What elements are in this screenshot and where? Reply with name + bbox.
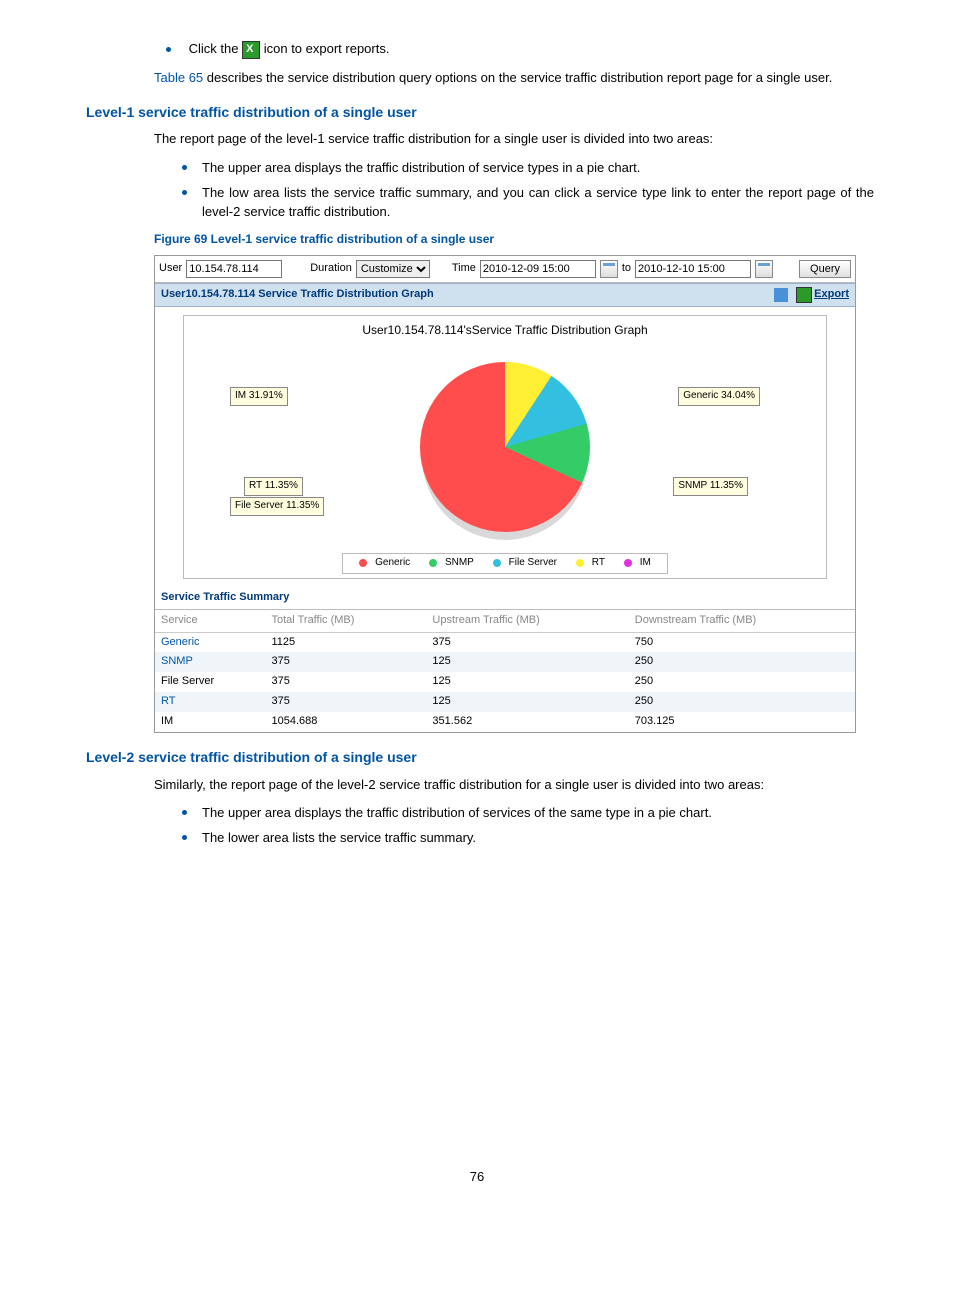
callout-rt: RT 11.35% (244, 477, 303, 496)
text: icon to export reports. (264, 41, 390, 56)
export-link[interactable]: Export (796, 287, 849, 303)
table-row: SNMP375125250 (155, 652, 855, 672)
filter-toolbar: User Duration Customize Time to Query (155, 256, 855, 283)
chart-title: User10.154.78.114'sService Traffic Distr… (190, 322, 820, 339)
callout-fs: File Server 11.35% (230, 497, 324, 516)
text: Click the (189, 41, 239, 56)
body-text: The report page of the level-1 service t… (154, 130, 874, 149)
duration-label: Duration (310, 261, 352, 277)
calendar-icon[interactable] (755, 260, 773, 278)
to-label: to (622, 261, 631, 277)
list-item: The upper area displays the traffic dist… (182, 159, 874, 178)
user-label: User (159, 261, 182, 277)
query-button[interactable]: Query (799, 260, 851, 278)
heading-level1: Level-1 service traffic distribution of … (86, 102, 874, 122)
col-total: Total Traffic (MB) (266, 610, 427, 632)
chart-header-bar: User10.154.78.114 Service Traffic Distri… (155, 283, 855, 307)
callout-snmp: SNMP 11.35% (673, 477, 748, 496)
time-label: Time (452, 261, 476, 277)
table-row: File Server375125250 (155, 672, 855, 692)
table-row: RT375125250 (155, 692, 855, 712)
chart-tool-icon[interactable] (774, 288, 788, 302)
duration-select[interactable]: Customize (356, 260, 430, 278)
table-row: IM1054.688351.562703.125 (155, 712, 855, 732)
col-service: Service (155, 610, 266, 632)
pie-chart (420, 362, 590, 532)
service-link[interactable]: SNMP (161, 655, 193, 667)
summary-section: Service Traffic Summary Service Total Tr… (155, 587, 855, 733)
user-input[interactable] (186, 260, 282, 278)
time-to-input[interactable] (635, 260, 751, 278)
col-downstream: Downstream Traffic (MB) (629, 610, 855, 632)
table-link[interactable]: Table 65 (154, 70, 203, 85)
calendar-icon[interactable] (600, 260, 618, 278)
chart-bar-title: User10.154.78.114 Service Traffic Distri… (161, 287, 434, 303)
page-number: 76 (80, 1168, 874, 1187)
excel-icon (796, 287, 812, 303)
table-row: Generic1125375750 (155, 632, 855, 652)
body-text: Click the icon to export reports. (166, 40, 874, 59)
service-link[interactable]: Generic (161, 636, 200, 648)
time-from-input[interactable] (480, 260, 596, 278)
body-text: Table 65 describes the service distribut… (154, 69, 874, 88)
screenshot-figure: User Duration Customize Time to Query Us… (154, 255, 856, 733)
service-link[interactable]: RT (161, 695, 175, 707)
callout-im: IM 31.91% (230, 387, 288, 406)
heading-level2: Level-2 service traffic distribution of … (86, 747, 874, 767)
excel-icon (242, 41, 260, 59)
chart-box: User10.154.78.114'sService Traffic Distr… (183, 315, 827, 579)
summary-title: Service Traffic Summary (155, 587, 855, 610)
body-text: Similarly, the report page of the level-… (154, 776, 874, 795)
col-upstream: Upstream Traffic (MB) (426, 610, 628, 632)
list-item: The lower area lists the service traffic… (182, 829, 874, 848)
list-item: The upper area displays the traffic dist… (182, 804, 874, 823)
summary-table: Service Total Traffic (MB) Upstream Traf… (155, 610, 855, 733)
list-item: The low area lists the service traffic s… (182, 184, 874, 222)
legend: Generic SNMP File Server RT IM (342, 553, 668, 574)
figure-caption: Figure 69 Level-1 service traffic distri… (154, 231, 874, 248)
callout-generic: Generic 34.04% (678, 387, 760, 406)
